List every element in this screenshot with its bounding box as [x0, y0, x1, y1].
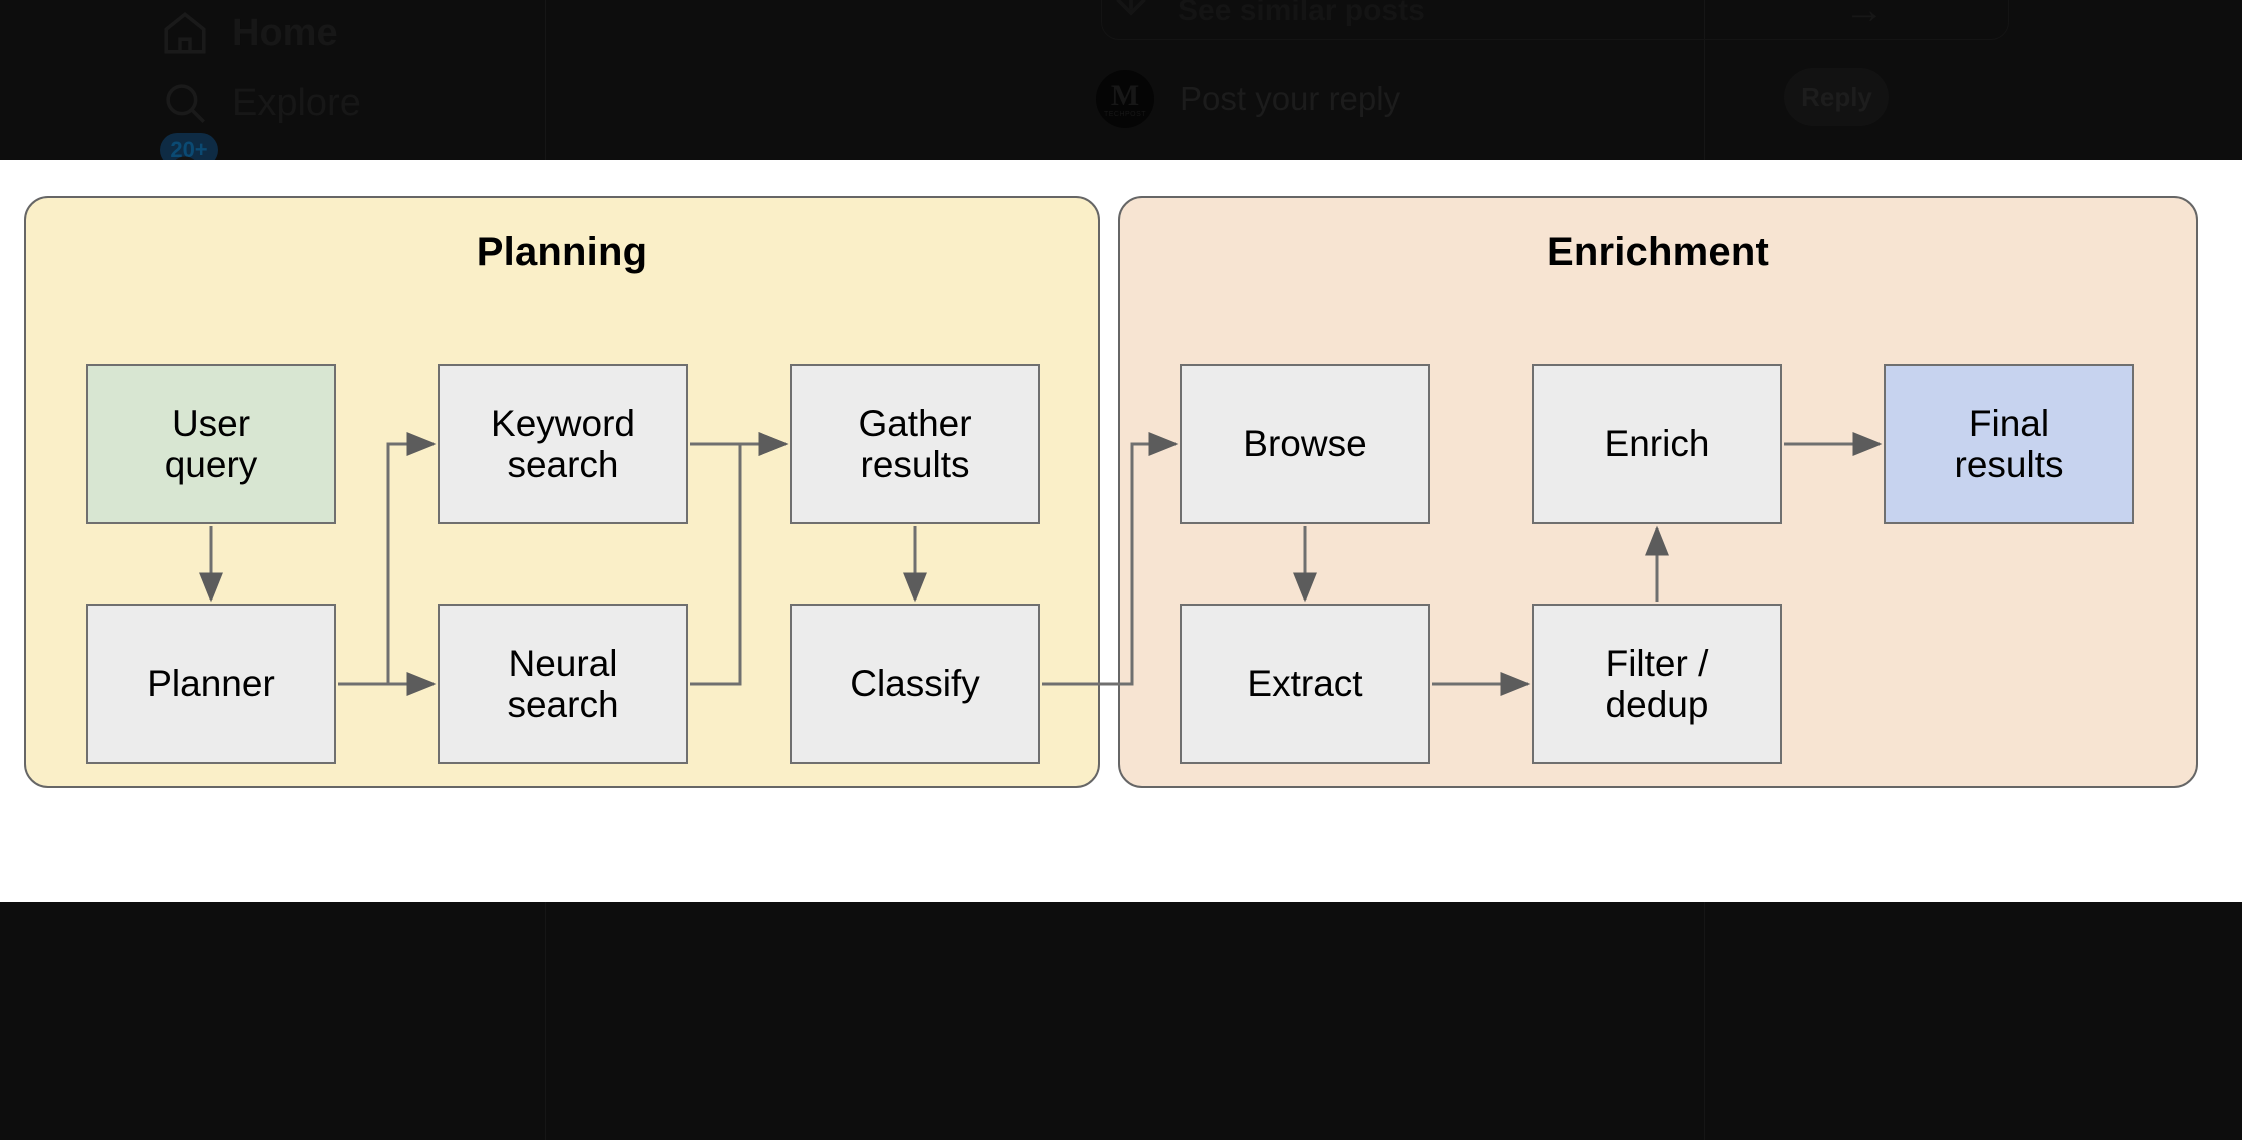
node-final-results-label: Final results	[1954, 402, 2064, 485]
avatar-subtext: TECHPOST	[1103, 110, 1147, 118]
node-planner[interactable]: Planner	[86, 604, 336, 764]
node-browse-label: Browse	[1243, 423, 1367, 465]
home-icon	[160, 8, 210, 58]
sidebar-item-explore-label: Explore	[232, 81, 361, 124]
see-similar-posts-label: See similar posts	[1178, 0, 1425, 27]
see-similar-posts-row[interactable]: See similar posts	[1106, 0, 1425, 36]
node-browse[interactable]: Browse	[1180, 364, 1430, 524]
reply-input-placeholder[interactable]: Post your reply	[1180, 80, 1400, 118]
search-icon	[160, 78, 210, 128]
sidebar-item-explore[interactable]: Explore	[160, 78, 361, 128]
node-extract[interactable]: Extract	[1180, 604, 1430, 764]
architecture-diagram: Planning Enrichment User query Keyword sea…	[24, 196, 2220, 820]
node-planner-label: Planner	[147, 663, 275, 705]
sparkle-icon	[1106, 0, 1156, 36]
sidebar-item-home[interactable]: Home	[160, 8, 338, 58]
group-planning-title: Planning	[476, 230, 648, 274]
node-user-query-label: User query	[164, 402, 258, 485]
sidebar-item-home-label: Home	[232, 11, 338, 54]
reply-composer[interactable]: M TECHPOST Post your reply	[1096, 70, 1400, 128]
avatar-initial: M	[1110, 78, 1140, 112]
node-user-query[interactable]: User query	[86, 364, 336, 524]
node-final-results[interactable]: Final results	[1884, 364, 2134, 524]
node-gather-results[interactable]: Gather results	[790, 364, 1040, 524]
node-neural-search[interactable]: Neural search	[438, 604, 688, 764]
node-gather-results-label: Gather results	[858, 402, 972, 485]
node-neural-search-label: Neural search	[507, 642, 619, 725]
node-filter-dedup-label: Filter / dedup	[1605, 642, 1709, 725]
node-enrich[interactable]: Enrich	[1532, 364, 1782, 524]
node-filter-dedup[interactable]: Filter / dedup	[1532, 604, 1782, 764]
image-lightbox: Planning Enrichment User query Keyword sea…	[0, 160, 2242, 902]
avatar: M TECHPOST	[1096, 70, 1154, 128]
node-enrich-label: Enrich	[1604, 423, 1710, 465]
node-keyword-search[interactable]: Keyword search	[438, 364, 688, 524]
node-keyword-search-label: Keyword search	[491, 402, 635, 485]
group-enrichment-title: Enrichment	[1546, 230, 1770, 274]
node-extract-label: Extract	[1247, 663, 1363, 705]
node-classify[interactable]: Classify	[790, 604, 1040, 764]
node-classify-label: Classify	[850, 663, 980, 705]
screen: Home Explore 20+ Notifications	[0, 0, 2242, 1140]
